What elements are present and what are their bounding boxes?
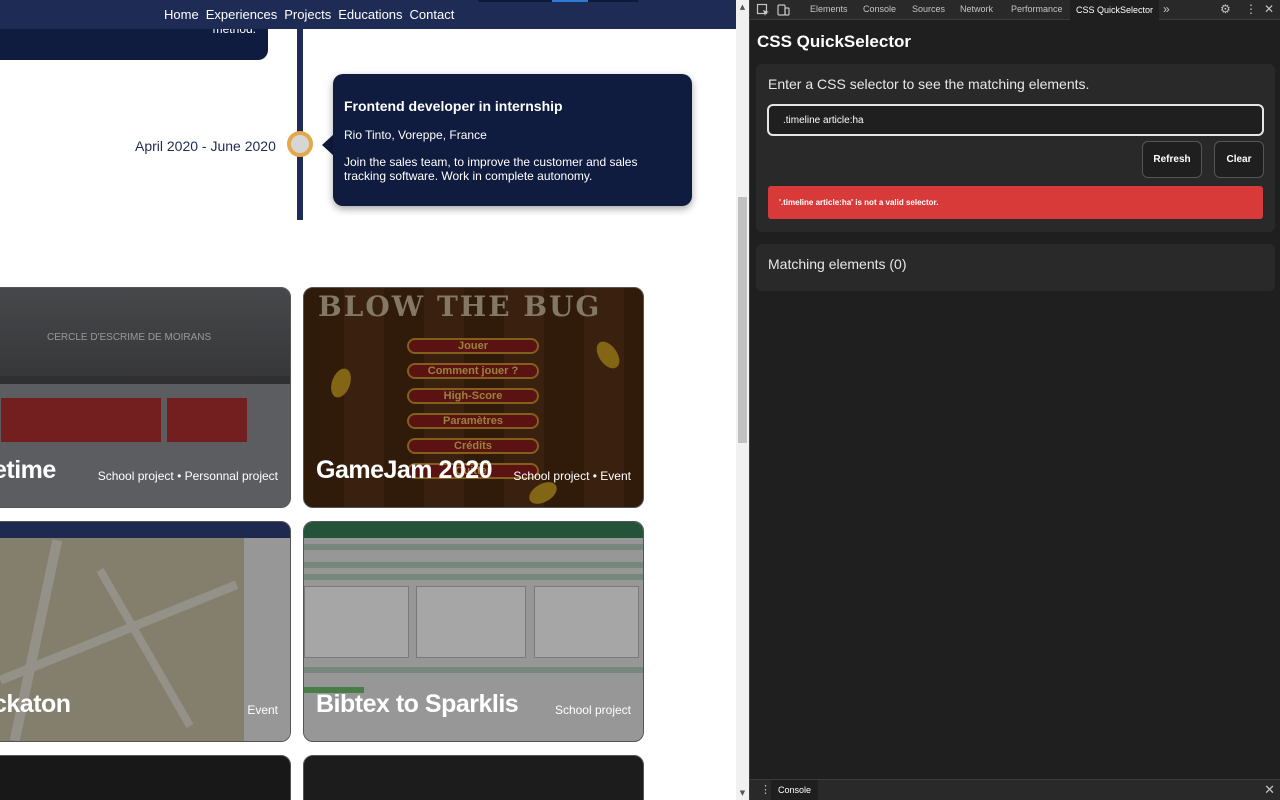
project-card-title: etime <box>0 456 56 484</box>
drawer-tab-console[interactable]: Console <box>771 780 819 800</box>
project-card-entretime[interactable]: CERCLE D'ESCRIME DE MOIRANS etime School… <box>0 287 291 508</box>
website-viewport: method. Home Experiences Projects Educat… <box>0 0 736 800</box>
timeline-card-title: Frontend developer in internship <box>344 98 563 114</box>
project-card-gamejam-2020[interactable]: BLOW THE BUG Jouer Comment jouer ? High-… <box>303 287 644 508</box>
navbar-accent <box>552 0 588 2</box>
clear-button[interactable]: Clear <box>1214 141 1264 178</box>
project-card-hackaton[interactable]: ckaton Event <box>0 521 291 742</box>
timeline-card-description: Join the sales team, to improve the cust… <box>344 155 638 183</box>
more-tabs-icon[interactable]: » <box>1163 2 1170 16</box>
project-card-tags: School project • Personnal project <box>97 469 278 483</box>
devtools-tabbar: Elements Console Sources Network Perform… <box>750 0 1280 20</box>
selector-form-panel: Enter a CSS selector to see the matching… <box>756 64 1275 232</box>
timeline-card: Frontend developer in internship Rio Tin… <box>333 74 692 206</box>
panel-title: CSS QuickSelector <box>757 32 912 51</box>
timeline-date: April 2020 - June 2020 <box>135 138 276 154</box>
timeline-card-place: Rio Tinto, Voreppe, France <box>344 128 487 142</box>
console-drawer: ⋮ Console ✕ <box>750 779 1280 800</box>
site-navbar: Home Experiences Projects Educations Con… <box>0 0 736 29</box>
tab-performance[interactable]: Performance <box>1011 4 1063 14</box>
nav-link-experiences[interactable]: Experiences <box>206 7 278 22</box>
project-card-bibtex-to-sparklis[interactable]: Bibtex to Sparklis School project <box>303 521 644 742</box>
nav-link-home[interactable]: Home <box>164 7 199 22</box>
drawer-menu-icon[interactable]: ⋮ <box>760 783 771 796</box>
tab-console[interactable]: Console <box>863 4 896 14</box>
nav-link-educations[interactable]: Educations <box>338 7 402 22</box>
scroll-up-icon[interactable]: ▲ <box>736 0 749 14</box>
inspect-element-icon[interactable] <box>756 3 770 17</box>
timeline-dot <box>287 131 313 157</box>
scroll-down-icon[interactable]: ▼ <box>736 786 749 800</box>
scrollbar-thumb[interactable] <box>738 197 747 443</box>
project-card-tags: School project • Event <box>513 469 631 483</box>
tab-sources[interactable]: Sources <box>912 4 945 14</box>
close-devtools-icon[interactable]: ✕ <box>1264 2 1274 16</box>
tab-elements[interactable]: Elements <box>810 4 848 14</box>
project-card[interactable] <box>0 755 291 800</box>
page-scrollbar[interactable]: ▲ ▼ <box>736 0 749 800</box>
project-card-title: ckaton <box>0 690 71 718</box>
settings-gear-icon[interactable]: ⚙ <box>1220 2 1231 16</box>
project-card-title: Bibtex to Sparklis <box>316 690 519 718</box>
selector-prompt: Enter a CSS selector to see the matching… <box>768 76 1090 92</box>
project-card-tags: School project <box>554 703 631 717</box>
device-toolbar-icon[interactable] <box>776 3 790 17</box>
refresh-button[interactable]: Refresh <box>1142 141 1202 178</box>
nav-link-contact[interactable]: Contact <box>410 7 455 22</box>
selector-input[interactable] <box>767 104 1264 136</box>
project-card-title: GameJam 2020 <box>316 456 493 484</box>
error-message: '.timeline article:ha' is not a valid se… <box>768 186 1263 219</box>
matching-elements-label: Matching elements (0) <box>768 256 907 272</box>
devtools-panel: Elements Console Sources Network Perform… <box>749 0 1280 800</box>
matching-elements-panel: Matching elements (0) <box>756 244 1275 291</box>
project-card[interactable] <box>303 755 644 800</box>
tab-css-quickselector[interactable]: CSS QuickSelector <box>1070 0 1160 20</box>
project-card-tags: Event <box>247 703 278 717</box>
timeline-line <box>297 29 303 220</box>
tab-network[interactable]: Network <box>960 4 993 14</box>
close-drawer-icon[interactable]: ✕ <box>1264 782 1275 798</box>
nav-link-projects[interactable]: Projects <box>284 7 331 22</box>
more-options-icon[interactable]: ⋮ <box>1245 2 1257 16</box>
